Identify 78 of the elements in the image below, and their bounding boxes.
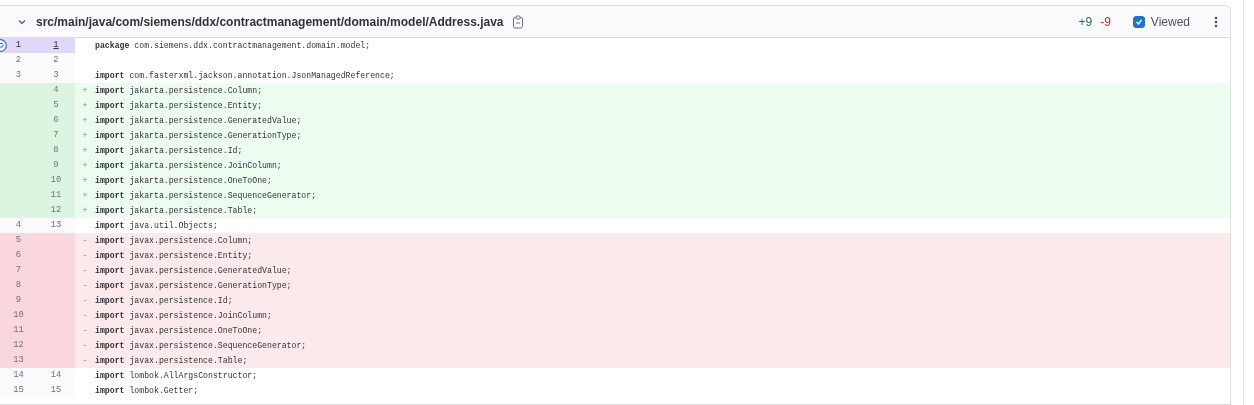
new-line-number[interactable]: 4	[53, 85, 59, 95]
diff-sign: +	[82, 176, 88, 185]
code-text: import javax.persistence.Table;	[95, 355, 248, 367]
new-line-number[interactable]: 3	[53, 70, 59, 80]
diff-sign: +	[82, 131, 88, 140]
old-line-number[interactable]: 8	[15, 280, 22, 290]
code-text: import javax.persistence.GenerationType;	[95, 280, 292, 292]
old-line-number[interactable]: 11	[13, 325, 24, 335]
new-line-number[interactable]: 10	[50, 175, 62, 185]
code-text: import jakarta.persistence.GenerationType;	[95, 130, 302, 142]
diff-sign: +	[82, 146, 88, 155]
old-line-number[interactable]: 5	[15, 235, 22, 245]
diff-sign: -	[82, 281, 88, 290]
diff-sign: +	[82, 116, 88, 125]
old-line-number[interactable]: 7	[15, 265, 22, 275]
code-text: import javax.persistence.JoinColumn;	[95, 310, 272, 322]
old-line-number[interactable]: 15	[13, 385, 24, 395]
old-line-number[interactable]: 13	[13, 355, 24, 365]
code-text: import jakarta.persistence.Table;	[95, 205, 258, 217]
new-line-number[interactable]: 11	[50, 190, 62, 200]
new-line-number[interactable]: 5	[53, 100, 59, 110]
diff-sign: +	[82, 191, 88, 200]
diff-sign: +	[82, 86, 88, 95]
code-text: import javax.persistence.GeneratedValue;	[95, 265, 292, 277]
diff-sign: -	[82, 326, 88, 335]
new-line-number[interactable]: 7	[53, 130, 59, 140]
code-text: package com.siemens.ddx.contractmanagement.domain.model;	[95, 40, 371, 52]
code-text: import jakarta.persistence.Id;	[95, 145, 243, 157]
code-text: import jakarta.persistence.Column;	[95, 85, 263, 97]
old-line-number[interactable]: 9	[15, 295, 22, 305]
old-line-number[interactable]: 10	[13, 310, 24, 320]
code-text: import jakarta.persistence.Entity;	[95, 100, 263, 112]
code-text: import javax.persistence.Column;	[95, 235, 253, 247]
viewed-checkbox[interactable]: Viewed	[1132, 14, 1190, 29]
diff-sign: -	[82, 236, 88, 245]
more-options-icon[interactable]	[1214, 14, 1218, 29]
deletions-count: -9	[1100, 14, 1111, 29]
code-text: import javax.persistence.Entity;	[95, 250, 253, 262]
diff-sign: +	[82, 206, 88, 215]
old-line-number[interactable]: 2	[15, 55, 22, 65]
file-path: src/main/java/com/siemens/ddx/contractmanagement/domain/model/Address.java	[36, 14, 504, 29]
code-text: import javax.persistence.SequenceGenerator;	[95, 340, 307, 352]
copy-icon[interactable]	[511, 14, 524, 29]
diff-sign: -	[82, 251, 88, 260]
new-line-number[interactable]: 1	[53, 40, 59, 50]
diff-sign: -	[82, 296, 88, 305]
code-text: import jakarta.persistence.GeneratedValue;	[95, 115, 302, 127]
new-line-number[interactable]: 12	[50, 205, 62, 215]
additions-count: +9	[1078, 14, 1093, 29]
code-text: import com.fasterxml.jackson.annotation.JsonManagedReference;	[95, 70, 395, 82]
diff-sign: +	[82, 161, 88, 170]
diff-sign: +	[82, 101, 88, 110]
code-text: import lombok.AllArgsConstructor;	[95, 370, 258, 382]
code-text: import javax.persistence.Id;	[95, 295, 233, 307]
code-text: import java.util.Objects;	[95, 220, 218, 232]
diff-sign: -	[82, 266, 88, 275]
new-line-number[interactable]: 15	[50, 385, 62, 395]
new-line-number[interactable]: 6	[53, 115, 59, 125]
new-line-number[interactable]: 8	[53, 145, 59, 155]
new-line-number[interactable]: 2	[53, 55, 59, 65]
diff-sign: -	[82, 311, 88, 320]
code-text: import lombok.Getter;	[95, 385, 199, 397]
code-text: import javax.persistence.OneToOne;	[95, 325, 263, 337]
new-line-number[interactable]: 13	[50, 220, 62, 230]
code-text: import jakarta.persistence.SequenceGenerator;	[95, 190, 317, 202]
checkmark-icon	[1134, 17, 1143, 26]
old-line-number[interactable]: 1	[15, 40, 22, 50]
old-line-number[interactable]: 4	[15, 220, 22, 230]
old-line-number[interactable]: 6	[15, 250, 22, 260]
new-line-number[interactable]: 9	[53, 160, 59, 170]
old-line-number[interactable]: 12	[13, 340, 24, 350]
old-line-number[interactable]: 3	[15, 70, 22, 80]
code-text: import jakarta.persistence.JoinColumn;	[95, 160, 282, 172]
diff-sign: -	[82, 356, 88, 365]
new-line-number[interactable]: 14	[50, 370, 62, 380]
code-text: import jakarta.persistence.OneToOne;	[95, 175, 272, 187]
diff-sign: -	[82, 341, 88, 350]
old-line-number[interactable]: 14	[13, 370, 24, 380]
